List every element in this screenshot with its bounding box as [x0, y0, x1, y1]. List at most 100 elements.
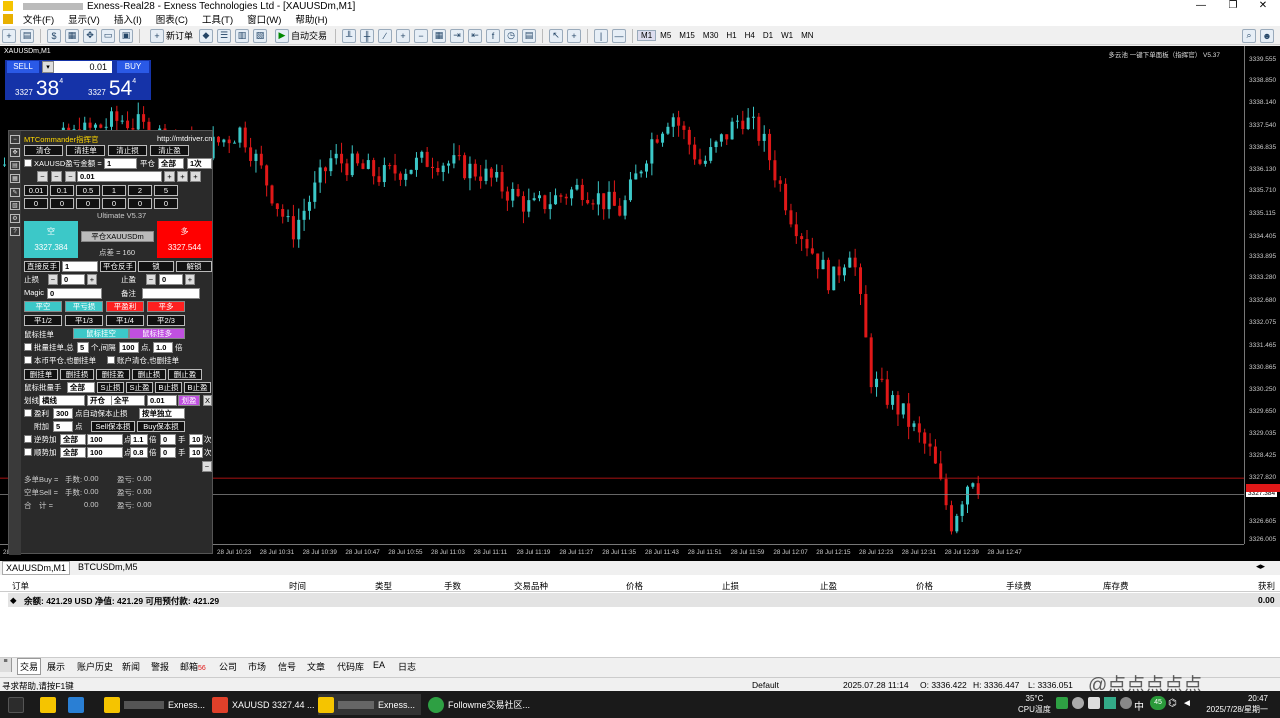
- tab-xauusd[interactable]: XAUUSDm,M1: [2, 561, 70, 575]
- add-input[interactable]: 5: [53, 421, 73, 432]
- column-header[interactable]: 价格: [916, 580, 933, 592]
- close-frac-0[interactable]: 平1/2: [24, 315, 62, 326]
- line-chart-icon[interactable]: ∕: [378, 28, 393, 43]
- batch-check[interactable]: [24, 343, 32, 351]
- lot-plus-2[interactable]: +: [177, 171, 188, 182]
- column-header[interactable]: 库存费: [1103, 580, 1129, 592]
- draw-close-icon[interactable]: X: [203, 395, 212, 406]
- timeframe-m30[interactable]: M30: [699, 30, 723, 41]
- tab-0[interactable]: 交易: [17, 658, 42, 675]
- mtc-clear-3[interactable]: 清止盈: [150, 145, 189, 156]
- unlock-button[interactable]: 解锁: [176, 261, 212, 272]
- custom-preset[interactable]: 0: [128, 198, 152, 209]
- tab-6[interactable]: 公司: [219, 660, 237, 673]
- column-header[interactable]: 获利: [1258, 580, 1275, 592]
- timeframe-h1[interactable]: H1: [722, 30, 740, 41]
- close-btn-0[interactable]: 平空: [24, 301, 62, 312]
- batch-count[interactable]: 5: [77, 342, 89, 353]
- delete-btn-0[interactable]: 删挂单: [24, 369, 58, 380]
- lot-plus-3[interactable]: +: [190, 171, 201, 182]
- settings-icon[interactable]: ⚙: [10, 214, 20, 223]
- timeframe-d1[interactable]: D1: [759, 30, 777, 41]
- tab-9[interactable]: 文章: [307, 660, 325, 673]
- profiles-icon[interactable]: ▤: [20, 28, 34, 43]
- close-frac-3[interactable]: 平2/3: [147, 315, 185, 326]
- indicators-icon[interactable]: f: [486, 28, 501, 43]
- tray-app3-icon[interactable]: [1120, 697, 1132, 709]
- sell-breakeven-button[interactable]: Sell保本损: [91, 421, 135, 432]
- close-btn-2[interactable]: 平盈利: [106, 301, 144, 312]
- close-all-select[interactable]: 全平: [111, 395, 145, 406]
- sl-input[interactable]: 0: [61, 274, 85, 285]
- note-input[interactable]: [142, 288, 200, 299]
- breakeven-mode-select[interactable]: 按单独立: [139, 408, 185, 419]
- tester-icon[interactable]: ▣: [119, 28, 133, 43]
- menu-file[interactable]: 文件(F): [16, 12, 61, 26]
- symbol-pnl-check[interactable]: [24, 159, 32, 167]
- custom-preset[interactable]: 0: [76, 198, 100, 209]
- horizontal-line-icon[interactable]: —: [612, 28, 627, 43]
- grid-icon[interactable]: ▦: [10, 174, 20, 183]
- tray-app2-icon[interactable]: [1104, 697, 1116, 709]
- clock[interactable]: 20:47 2025/7/28/星期一: [1202, 693, 1268, 715]
- zoom-in-icon[interactable]: +: [396, 28, 411, 43]
- lot-preset[interactable]: 0.01: [24, 185, 48, 196]
- close-btn-3[interactable]: 平多: [147, 301, 185, 312]
- market-icon[interactable]: ▥: [235, 28, 250, 43]
- mtc-clear-2[interactable]: 清止损: [108, 145, 147, 156]
- exness-pinned[interactable]: [40, 694, 60, 715]
- timeframe-m1[interactable]: M1: [637, 30, 657, 41]
- custom-preset[interactable]: 0: [102, 198, 126, 209]
- close-icon[interactable]: ✕: [1248, 0, 1278, 11]
- reverse-button[interactable]: 直接反手: [24, 261, 60, 272]
- account-icon[interactable]: ☻: [1260, 28, 1274, 43]
- account-delete-check[interactable]: [107, 356, 115, 364]
- long-button[interactable]: 多 3327.544: [157, 221, 212, 258]
- batch-mul[interactable]: 1.0: [153, 342, 173, 353]
- close-times-select[interactable]: 1次: [187, 158, 212, 169]
- vertical-line-icon[interactable]: |: [594, 28, 609, 43]
- cursor-icon[interactable]: ↖: [549, 28, 564, 43]
- column-header[interactable]: 手数: [444, 580, 461, 592]
- trend-mul[interactable]: 0.8: [130, 447, 148, 458]
- profit-check[interactable]: [24, 409, 32, 417]
- lot-input[interactable]: 0.01: [77, 171, 162, 182]
- custom-preset[interactable]: 0: [50, 198, 74, 209]
- tray-icon[interactable]: [1072, 697, 1084, 709]
- tab-7[interactable]: 市场: [248, 660, 266, 673]
- sl-btn-1[interactable]: S止盈: [126, 382, 153, 393]
- column-header[interactable]: 价格: [626, 580, 643, 592]
- delete-btn-3[interactable]: 删止损: [132, 369, 166, 380]
- lot-preset[interactable]: 2: [128, 185, 152, 196]
- lot-minus-2[interactable]: −: [51, 171, 62, 182]
- buy-breakeven-button[interactable]: Buy保本损: [137, 421, 185, 432]
- crosshair-icon[interactable]: +: [567, 28, 582, 43]
- pinned-app[interactable]: [68, 694, 88, 715]
- mtc-clear-1[interactable]: 清挂单: [66, 145, 105, 156]
- lock-button[interactable]: 锁: [138, 261, 174, 272]
- signals-icon[interactable]: ☰: [217, 28, 232, 43]
- column-header[interactable]: 止盈: [820, 580, 837, 592]
- tab-2[interactable]: 账户历史: [77, 660, 113, 673]
- column-header[interactable]: 时间: [289, 580, 306, 592]
- task-exness-1[interactable]: Exness...: [104, 694, 205, 715]
- timeframe-w1[interactable]: W1: [777, 30, 797, 41]
- auto-trading-button[interactable]: ▶ 自动交易: [269, 28, 331, 43]
- reverse-input[interactable]: 1: [62, 261, 98, 272]
- close-btn-1[interactable]: 平亏损: [65, 301, 103, 312]
- custom-preset[interactable]: 0: [24, 198, 48, 209]
- trend-select[interactable]: 全部: [60, 447, 86, 458]
- volume-icon[interactable]: ◄: [1182, 698, 1192, 709]
- chart-icon[interactable]: ▧: [10, 201, 20, 210]
- mtc-clear-0[interactable]: 清仓: [24, 145, 63, 156]
- tp-input[interactable]: 0: [159, 274, 183, 285]
- zoom-out-icon[interactable]: −: [414, 28, 429, 43]
- sl-btn-3[interactable]: B止盈: [184, 382, 211, 393]
- close-symbol-button[interactable]: 平仓XAUUSDm: [81, 231, 154, 242]
- sl-minus[interactable]: −: [48, 274, 58, 285]
- balance-row[interactable]: ◆ 余额: 421.29 USD 净值: 421.29 可用预付款: 421.2…: [8, 593, 1280, 607]
- tab-11[interactable]: EA: [373, 660, 385, 670]
- line-type-select[interactable]: 横线: [39, 395, 85, 406]
- lot-preset[interactable]: 0.1: [50, 185, 74, 196]
- tab-4[interactable]: 警报: [151, 660, 169, 673]
